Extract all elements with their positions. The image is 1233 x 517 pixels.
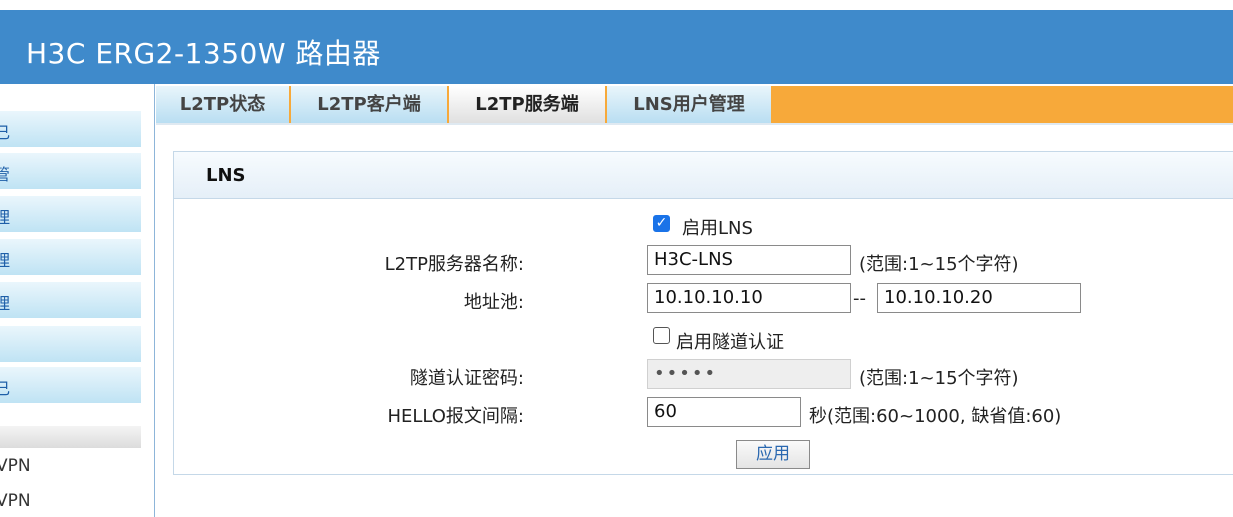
panel-title: LNS <box>206 165 246 186</box>
sidebar-item-4[interactable]: 理 <box>0 238 141 275</box>
hello-interval-label: HELLO报文间隔: <box>387 406 524 427</box>
apply-button[interactable]: 应用 <box>736 440 810 469</box>
tab-l2tp-server[interactable]: L2TP服务端 <box>449 86 607 123</box>
server-name-hint: (范围:1~15个字符) <box>859 254 1019 275</box>
sidebar-divider <box>0 426 141 448</box>
tunnel-password-input[interactable]: ••••• <box>647 359 851 389</box>
lns-panel: LNS ✓ 启用LNS L2TP服务器名称: H3C-LNS (范围:1~15个… <box>173 151 1233 475</box>
sidebar-item-label: 管 <box>0 161 10 185</box>
sidebar-item-label: 理 <box>0 204 10 228</box>
tab-underline <box>156 123 1233 125</box>
sidebar-item-label: 己 <box>0 119 10 143</box>
tunnel-password-label: 隧道认证密码: <box>409 368 524 389</box>
address-pool-label: 地址池: <box>463 292 524 313</box>
tab-l2tp-client[interactable]: L2TP客户端 <box>291 86 449 123</box>
panel-header: LNS <box>174 152 1233 199</box>
tunnel-auth-checkbox[interactable] <box>653 327 670 344</box>
hello-interval-hint: 秒(范围:60~1000, 缺省值:60) <box>809 406 1062 427</box>
enable-lns-label: 启用LNS <box>682 218 753 239</box>
top-strip <box>0 0 1233 10</box>
sidebar-item-label: 理 <box>0 247 10 271</box>
server-name-input[interactable]: H3C-LNS <box>647 245 851 275</box>
sidebar-item-1[interactable]: 己 <box>0 110 141 147</box>
sidebar-item-6[interactable] <box>0 325 141 362</box>
sidebar-item-label: 理 <box>0 290 10 314</box>
sidebar: 己 管 理 理 理 己 VPN VPN <box>0 84 155 517</box>
tab-bar: L2TP状态 L2TP客户端 L2TP服务端 LNS用户管理 <box>156 86 1233 123</box>
header: H3C ERG2-1350W 路由器 <box>0 10 1233 84</box>
tab-l2tp-status[interactable]: L2TP状态 <box>156 86 291 123</box>
tunnel-password-hint: (范围:1~15个字符) <box>859 368 1019 389</box>
sidebar-item-3[interactable]: 理 <box>0 195 141 232</box>
app-title: H3C ERG2-1350W 路由器 <box>26 37 381 70</box>
sidebar-link-vpn-1[interactable]: VPN <box>0 456 31 476</box>
sidebar-item-label: 己 <box>0 375 10 399</box>
tab-lns-user-management[interactable]: LNS用户管理 <box>607 86 773 123</box>
server-name-label: L2TP服务器名称: <box>384 254 524 275</box>
tunnel-auth-label: 启用隧道认证 <box>676 332 784 353</box>
sidebar-item-2[interactable]: 管 <box>0 152 141 189</box>
sidebar-link-vpn-2[interactable]: VPN <box>0 491 31 511</box>
address-pool-separator: -- <box>853 288 866 309</box>
enable-lns-checkbox[interactable]: ✓ <box>653 215 670 232</box>
hello-interval-input[interactable]: 60 <box>647 397 801 427</box>
sidebar-item-5[interactable]: 理 <box>0 281 141 318</box>
sidebar-item-7[interactable]: 己 <box>0 366 141 403</box>
address-pool-end-input[interactable]: 10.10.10.20 <box>877 283 1081 313</box>
address-pool-start-input[interactable]: 10.10.10.10 <box>647 283 851 313</box>
